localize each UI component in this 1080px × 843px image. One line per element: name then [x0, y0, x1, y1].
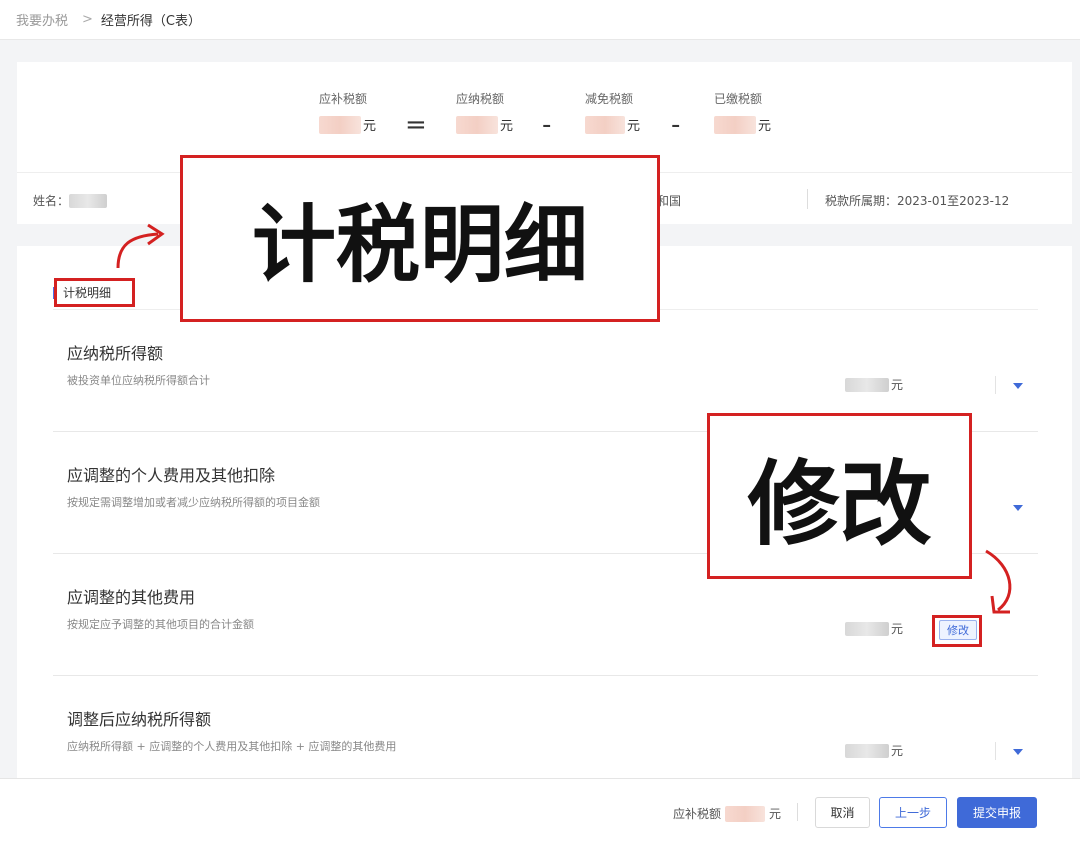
row-subtitle: 应纳税所得额 + 应调整的个人费用及其他扣除 + 应调整的其他费用	[67, 740, 397, 753]
row-subtitle: 被投资单位应纳税所得额合计	[67, 374, 210, 387]
annotation-highlight	[932, 615, 982, 647]
operator-minus: -	[542, 110, 552, 140]
row-value: 元	[845, 620, 903, 637]
name-label: 姓名：	[33, 194, 70, 208]
unit-label: 元	[627, 119, 641, 134]
annotation-highlight	[54, 278, 135, 307]
unit-label: 元	[758, 119, 772, 134]
breadcrumb-root-link[interactable]: 我要办税	[16, 10, 68, 29]
divider	[995, 742, 996, 760]
row-title: 调整后应纳税所得额	[67, 710, 212, 729]
masked-value	[585, 115, 625, 134]
masked-value	[845, 743, 889, 758]
masked-value	[319, 115, 361, 134]
masked-value	[456, 115, 498, 134]
operator-minus: -	[671, 110, 681, 140]
unit-label: 元	[500, 119, 514, 134]
country-text: 和国	[657, 194, 682, 208]
breadcrumb: 我要办税 > 经营所得（C表）	[0, 0, 1080, 40]
tax-due-label: 应补税额	[673, 807, 722, 821]
chevron-down-icon[interactable]	[1013, 505, 1023, 511]
annotation-callout-box: 计税明细	[180, 155, 660, 322]
operator-equals: =	[405, 110, 427, 140]
row-value: 元	[845, 376, 903, 393]
previous-step-button[interactable]: 上一步	[879, 797, 947, 828]
footer-bar: 应补税额 元 取消 上一步 提交申报	[0, 778, 1080, 843]
row-title: 应调整的其他费用	[67, 588, 196, 607]
divider	[807, 189, 808, 209]
formula-item-tax-reduction: 减免税额 元	[585, 90, 640, 134]
formula-label: 已缴税额	[714, 92, 763, 106]
row-subtitle: 按规定需调整增加或者减少应纳税所得额的项目金额	[67, 496, 320, 509]
chevron-down-icon[interactable]	[1013, 383, 1023, 389]
footer-tax-due: 应补税额 元	[673, 805, 781, 822]
annotation-label: 修改	[747, 450, 932, 558]
annotation-callout-box: 修改	[707, 413, 972, 579]
formula-label: 应补税额	[319, 92, 368, 106]
masked-name	[69, 193, 108, 208]
unit-label: 元	[891, 744, 904, 758]
taxpayer-name: 姓名：	[33, 192, 109, 209]
row-subtitle: 按规定应予调整的其他项目的合计金额	[67, 618, 254, 631]
divider	[797, 803, 798, 821]
formula-item-tax-paid: 已缴税额 元	[714, 90, 771, 134]
cancel-button[interactable]: 取消	[815, 797, 870, 828]
unit-label: 元	[769, 807, 782, 821]
masked-value	[845, 377, 889, 392]
unit-label: 元	[891, 378, 904, 392]
formula-label: 应纳税额	[456, 92, 505, 106]
unit-label: 元	[891, 622, 904, 636]
breadcrumb-separator: >	[82, 12, 93, 27]
divider	[995, 376, 996, 394]
formula-label: 减免税额	[585, 92, 634, 106]
breadcrumb-current: 经营所得（C表）	[100, 14, 201, 29]
arrow-head-icon	[147, 223, 165, 246]
tax-period: 税款所属期：2023-01至2023-12	[825, 194, 1010, 208]
formula-item-tax-payable: 应纳税额 元	[456, 90, 513, 134]
chevron-down-icon[interactable]	[1013, 749, 1023, 755]
formula-item-payable-due: 应补税额 元	[319, 90, 376, 134]
row-title: 应纳税所得额	[67, 344, 164, 363]
row-title: 应调整的个人费用及其他扣除	[67, 466, 276, 485]
unit-label: 元	[363, 119, 377, 134]
masked-value	[845, 621, 889, 636]
annotation-label: 计税明细	[251, 196, 588, 294]
submit-declaration-button[interactable]: 提交申报	[957, 797, 1037, 828]
masked-value	[725, 805, 766, 822]
masked-value	[714, 115, 756, 134]
row-value: 元	[845, 742, 903, 759]
